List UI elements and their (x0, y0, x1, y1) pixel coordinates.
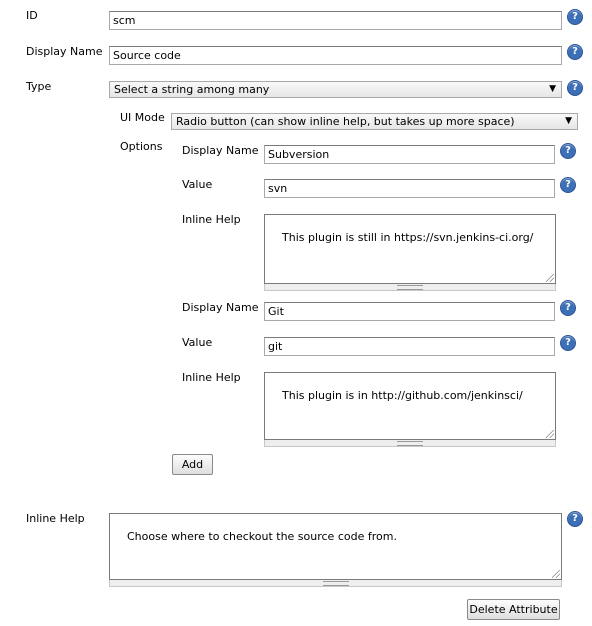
inline-help-text: Choose where to checkout the source code… (127, 530, 397, 543)
resize-grip-icon[interactable] (552, 570, 560, 578)
id-label: ID (26, 9, 38, 22)
inline-help-help-icon[interactable]: ? (567, 511, 583, 527)
option-inline-help-text: This plugin is still in https://svn.jenk… (282, 231, 534, 244)
type-select[interactable]: Select a string among many ▼ (109, 81, 562, 98)
option-display-name-label: Display Name (182, 301, 259, 314)
resize-grip-icon[interactable] (546, 274, 554, 282)
option-value-help-icon[interactable]: ? (560, 177, 576, 193)
inline-help-textarea[interactable]: Choose where to checkout the source code… (109, 513, 562, 580)
textarea-resize-handle[interactable] (264, 284, 556, 291)
add-option-button[interactable]: Add (172, 454, 213, 475)
inline-help-wrapper: Choose where to checkout the source code… (109, 513, 562, 587)
ui-mode-select-value: Radio button (can show inline help, but … (176, 115, 515, 128)
option-inline-help-textarea[interactable]: This plugin is in http://github.com/jenk… (264, 372, 556, 440)
textarea-resize-handle[interactable] (109, 580, 562, 587)
option-value-label: Value (182, 178, 213, 191)
chevron-down-icon: ▼ (549, 84, 556, 94)
id-field[interactable]: scm (109, 11, 562, 30)
option-value-field[interactable]: git (264, 337, 555, 356)
type-label: Type (26, 80, 52, 93)
id-help-icon[interactable]: ? (567, 9, 583, 25)
option-display-name-help-icon[interactable]: ? (560, 143, 576, 159)
option-inline-help-textarea[interactable]: This plugin is still in https://svn.jenk… (264, 214, 556, 284)
ui-mode-label: UI Mode (120, 111, 165, 124)
option-value-help-icon[interactable]: ? (560, 335, 576, 351)
display-name-help-icon[interactable]: ? (567, 44, 583, 60)
option-inline-help-text: This plugin is in http://github.com/jenk… (282, 389, 523, 402)
option-value-field[interactable]: svn (264, 179, 555, 198)
option-display-name-help-icon[interactable]: ? (560, 300, 576, 316)
chevron-down-icon: ▼ (565, 116, 572, 126)
delete-attribute-button[interactable]: Delete Attribute (467, 599, 560, 620)
option-inline-help-wrapper: This plugin is still in https://svn.jenk… (264, 214, 556, 291)
ui-mode-select[interactable]: Radio button (can show inline help, but … (171, 113, 578, 130)
option-inline-help-label: Inline Help (182, 213, 241, 226)
options-label: Options (120, 140, 163, 153)
textarea-resize-handle[interactable] (264, 440, 556, 447)
type-select-value: Select a string among many (114, 83, 270, 96)
option-inline-help-wrapper: This plugin is in http://github.com/jenk… (264, 372, 556, 447)
option-inline-help-label: Inline Help (182, 371, 241, 384)
inline-help-label: Inline Help (26, 512, 85, 525)
option-display-name-field[interactable]: Subversion (264, 145, 555, 164)
option-value-label: Value (182, 336, 213, 349)
option-display-name-field[interactable]: Git (264, 302, 555, 321)
resize-grip-icon[interactable] (546, 430, 554, 438)
display-name-label: Display Name (26, 45, 103, 58)
option-display-name-label: Display Name (182, 144, 259, 157)
type-help-icon[interactable]: ? (567, 80, 583, 96)
display-name-field[interactable]: Source code (109, 46, 562, 65)
